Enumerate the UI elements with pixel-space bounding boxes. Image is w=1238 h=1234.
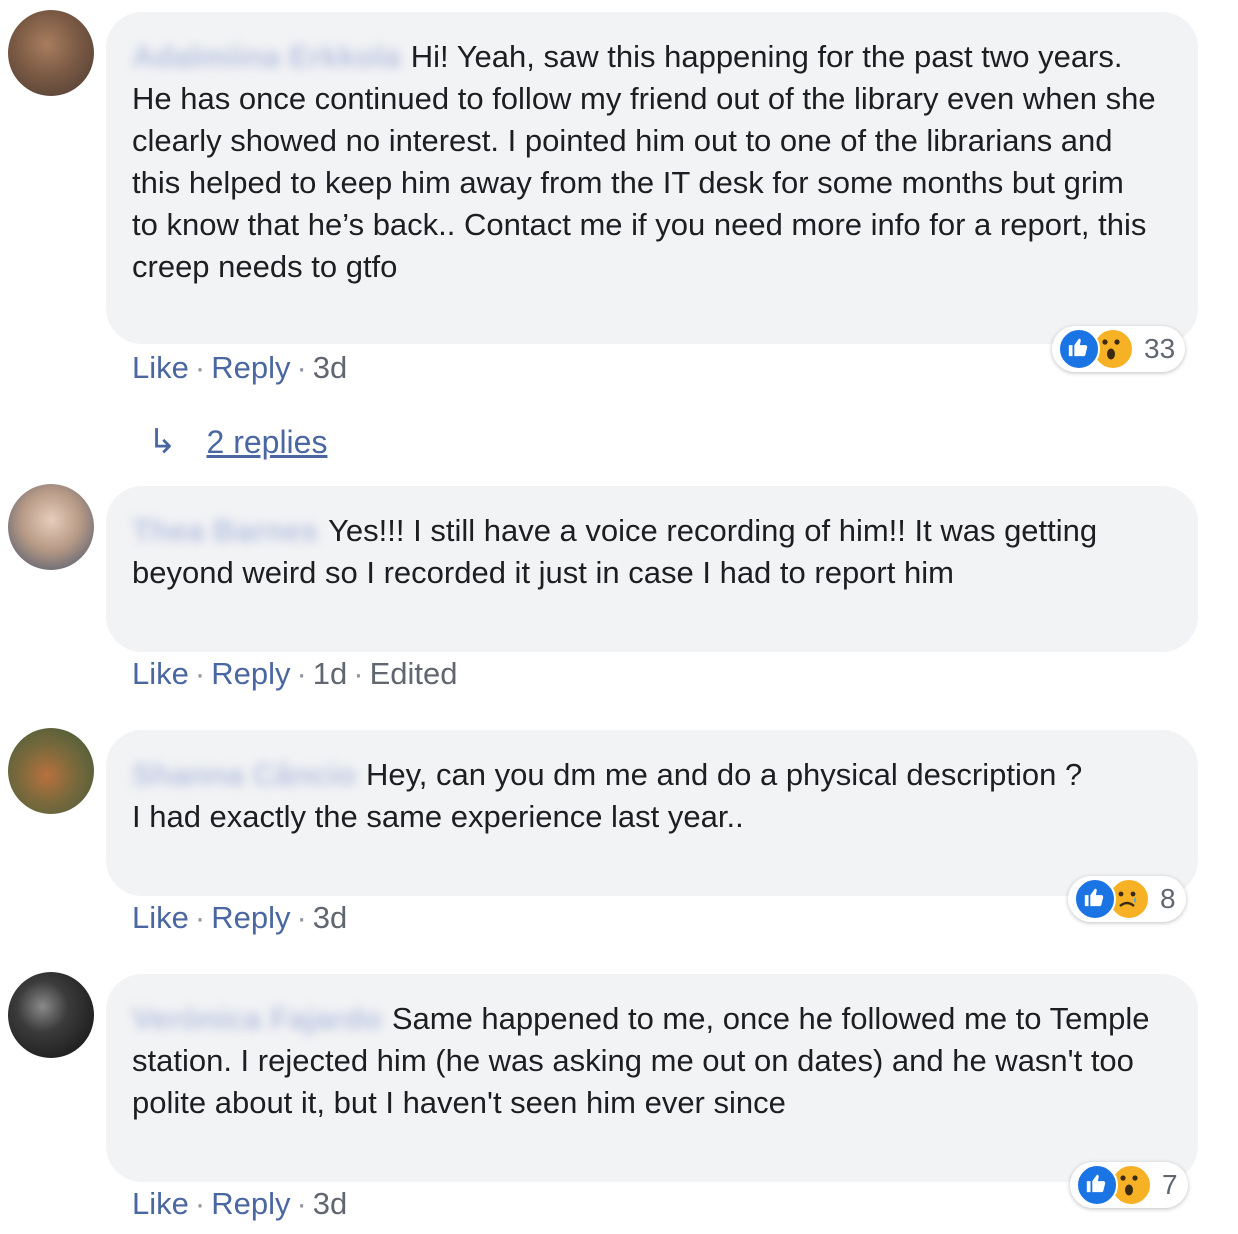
reply-link[interactable]: Reply — [211, 350, 290, 385]
timestamp[interactable]: 3d — [313, 350, 347, 385]
separator: · — [194, 1186, 206, 1221]
avatar[interactable] — [8, 728, 94, 814]
comment-body: Verónica Fajardo Same happened to me, onc… — [132, 998, 1158, 1124]
comment-body: Adalmiina Erkkola Hi! Yeah, saw this happ… — [132, 36, 1158, 288]
reply-arrow-icon: ↳ — [148, 423, 177, 461]
reactions-summary[interactable]: 8 — [1068, 876, 1186, 922]
edited-label[interactable]: Edited — [370, 656, 458, 691]
separator: · — [194, 656, 206, 691]
separator: · — [194, 350, 206, 385]
comment-bubble: Verónica Fajardo Same happened to me, onc… — [106, 974, 1198, 1182]
comment-bubble: Thea Barnes Yes!!! I still have a voice r… — [106, 486, 1198, 652]
timestamp[interactable]: 1d — [313, 656, 347, 691]
like-link[interactable]: Like — [132, 1186, 189, 1221]
timestamp[interactable]: 3d — [313, 900, 347, 935]
separator: · — [296, 900, 307, 935]
reaction-count: 7 — [1162, 1169, 1178, 1200]
comment-bubble: Adalmiina Erkkola Hi! Yeah, saw this happ… — [106, 12, 1198, 344]
like-link[interactable]: Like — [132, 350, 189, 385]
author-name[interactable]: Shanna Câncio — [132, 757, 356, 792]
comment-body: Shanna Câncio Hey, can you dm me and do a… — [132, 754, 1158, 838]
author-name[interactable]: Adalmiina Erkkola — [132, 39, 401, 74]
comment-text-line-1: Hey, can you dm me and do a physical des… — [365, 757, 1083, 792]
separator: · — [296, 350, 307, 385]
comment-body: Thea Barnes Yes!!! I still have a voice r… — [132, 510, 1158, 594]
author-name[interactable]: Thea Barnes — [132, 513, 318, 548]
reaction-count: 33 — [1144, 333, 1176, 364]
comment-text: Hi! Yeah, saw this happening for the pas… — [132, 39, 1156, 284]
reactions-summary[interactable]: 33 — [1052, 326, 1186, 372]
comment-actions: Like · Reply · 3d — [132, 1186, 347, 1222]
comment-text-line-2: I had exactly the same experience last y… — [132, 799, 744, 834]
like-link[interactable]: Like — [132, 900, 189, 935]
separator: · — [194, 900, 206, 935]
replies-count-label[interactable]: 2 replies — [207, 424, 328, 461]
like-icon — [1074, 878, 1116, 920]
reaction-count: 8 — [1160, 883, 1176, 914]
separator: · — [353, 656, 364, 691]
comment-actions: Like · Reply · 3d — [132, 350, 347, 386]
reply-link[interactable]: Reply — [211, 900, 290, 935]
comment-actions: Like · Reply · 3d — [132, 900, 347, 936]
reply-link[interactable]: Reply — [211, 1186, 290, 1221]
like-link[interactable]: Like — [132, 656, 189, 691]
separator: · — [296, 656, 307, 691]
separator: · — [296, 1186, 307, 1221]
avatar[interactable] — [8, 10, 94, 96]
author-name[interactable]: Verónica Fajardo — [132, 1001, 382, 1036]
like-icon — [1058, 328, 1100, 370]
avatar[interactable] — [8, 972, 94, 1058]
view-replies-link[interactable]: ↳ 2 replies — [148, 422, 327, 462]
comment-actions: Like · Reply · 1d · Edited — [132, 656, 458, 692]
comment-bubble: Shanna Câncio Hey, can you dm me and do a… — [106, 730, 1198, 896]
timestamp[interactable]: 3d — [313, 1186, 347, 1221]
avatar[interactable] — [8, 484, 94, 570]
reactions-summary[interactable]: 7 — [1070, 1162, 1188, 1208]
like-icon — [1076, 1164, 1118, 1206]
reply-link[interactable]: Reply — [211, 656, 290, 691]
